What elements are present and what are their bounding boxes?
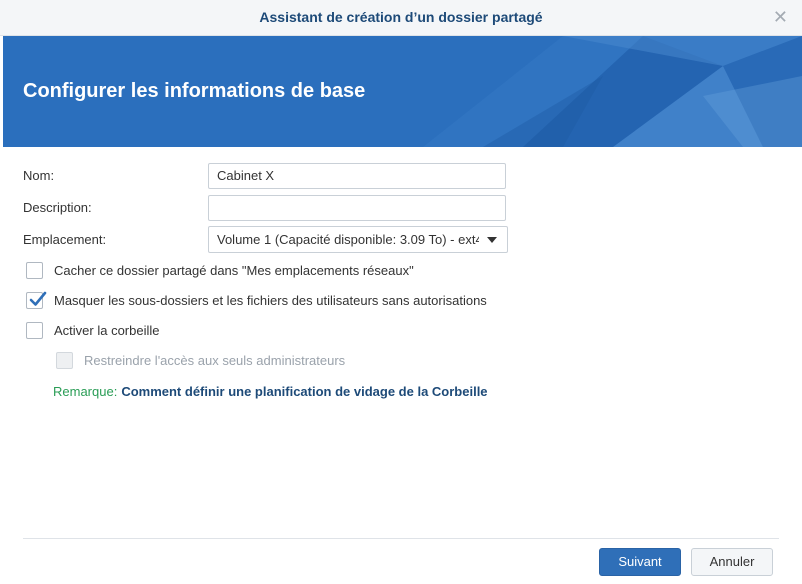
name-label: Nom: xyxy=(23,168,55,183)
hide-subfolders-label: Masquer les sous-dossiers et les fichier… xyxy=(54,293,487,308)
recycle-bin-checkbox[interactable] xyxy=(26,322,43,339)
description-field[interactable] xyxy=(208,195,506,221)
footer-divider xyxy=(23,538,779,539)
remark: Remarque: Comment définir une planificati… xyxy=(53,384,488,399)
close-icon[interactable]: ✕ xyxy=(773,7,788,27)
next-button[interactable]: Suivant xyxy=(599,548,681,576)
location-select[interactable]: Volume 1 (Capacité disponible: 3.09 To) … xyxy=(208,226,508,253)
hide-subfolders-checkbox[interactable] xyxy=(26,291,47,309)
header-banner: Configurer les informations de base xyxy=(3,36,802,147)
page-title: Configurer les informations de base xyxy=(23,80,366,102)
restrict-admins-label: Restreindre l'accès aux seuls administra… xyxy=(84,353,346,368)
hide-share-label: Cacher ce dossier partagé dans "Mes empl… xyxy=(54,263,414,278)
chevron-down-icon[interactable] xyxy=(487,237,497,243)
recycle-bin-label: Activer la corbeille xyxy=(54,323,160,338)
location-label: Emplacement: xyxy=(23,232,107,247)
location-select-value: Volume 1 (Capacité disponible: 3.09 To) … xyxy=(217,232,479,247)
checkmark-icon xyxy=(29,291,47,306)
name-field[interactable]: Cabinet X xyxy=(208,163,506,189)
restrict-admins-checkbox xyxy=(56,352,73,369)
recycle-bin-help-link[interactable]: Comment définir une planification de vid… xyxy=(121,384,487,399)
cancel-button[interactable]: Annuler xyxy=(691,548,773,576)
remark-label: Remarque: xyxy=(53,384,118,399)
description-label: Description: xyxy=(23,200,92,215)
hide-share-checkbox[interactable] xyxy=(26,262,43,279)
window-titlebar: Assistant de création d’un dossier parta… xyxy=(0,0,802,36)
window-title: Assistant de création d’un dossier parta… xyxy=(259,9,543,25)
